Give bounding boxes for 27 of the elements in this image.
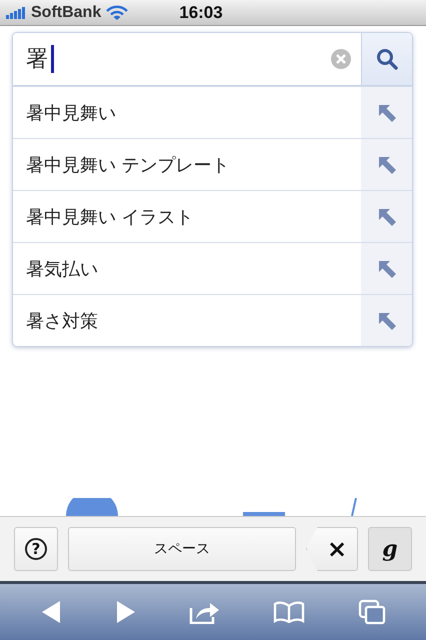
fill-in-button[interactable] xyxy=(361,295,412,346)
clear-icon[interactable] xyxy=(331,49,351,69)
fill-in-button[interactable] xyxy=(361,87,412,138)
search-field[interactable]: 署 xyxy=(13,33,361,85)
space-button[interactable]: スペース xyxy=(68,527,296,571)
share-icon[interactable] xyxy=(188,600,221,624)
search-icon xyxy=(375,47,399,71)
tabs-icon[interactable] xyxy=(358,599,386,625)
signal-icon xyxy=(6,6,26,18)
suggestion-item[interactable]: 暑中見舞い イラスト xyxy=(13,191,361,242)
back-icon[interactable] xyxy=(40,600,62,624)
suggestion-item[interactable]: 暑さ対策 xyxy=(13,295,361,346)
search-button[interactable] xyxy=(361,33,412,85)
delete-button[interactable]: × xyxy=(306,527,358,571)
fill-in-button[interactable] xyxy=(361,191,412,242)
help-button[interactable]: ? xyxy=(14,527,58,571)
status-time: 16:03 xyxy=(179,2,223,22)
suggestion-item[interactable]: 暑中見舞い xyxy=(13,87,361,138)
bookmarks-icon[interactable] xyxy=(273,601,306,623)
wifi-icon xyxy=(106,4,128,20)
suggestion-item[interactable]: 暑気払い xyxy=(13,243,361,294)
suggestion-item[interactable]: 暑中見舞い テンプレート xyxy=(13,139,361,190)
handwriting-button[interactable]: g xyxy=(368,527,412,571)
fill-in-button[interactable] xyxy=(361,139,412,190)
forward-icon[interactable] xyxy=(114,600,137,624)
fill-in-button[interactable] xyxy=(361,243,412,294)
carrier-name: SoftBank xyxy=(31,4,102,22)
